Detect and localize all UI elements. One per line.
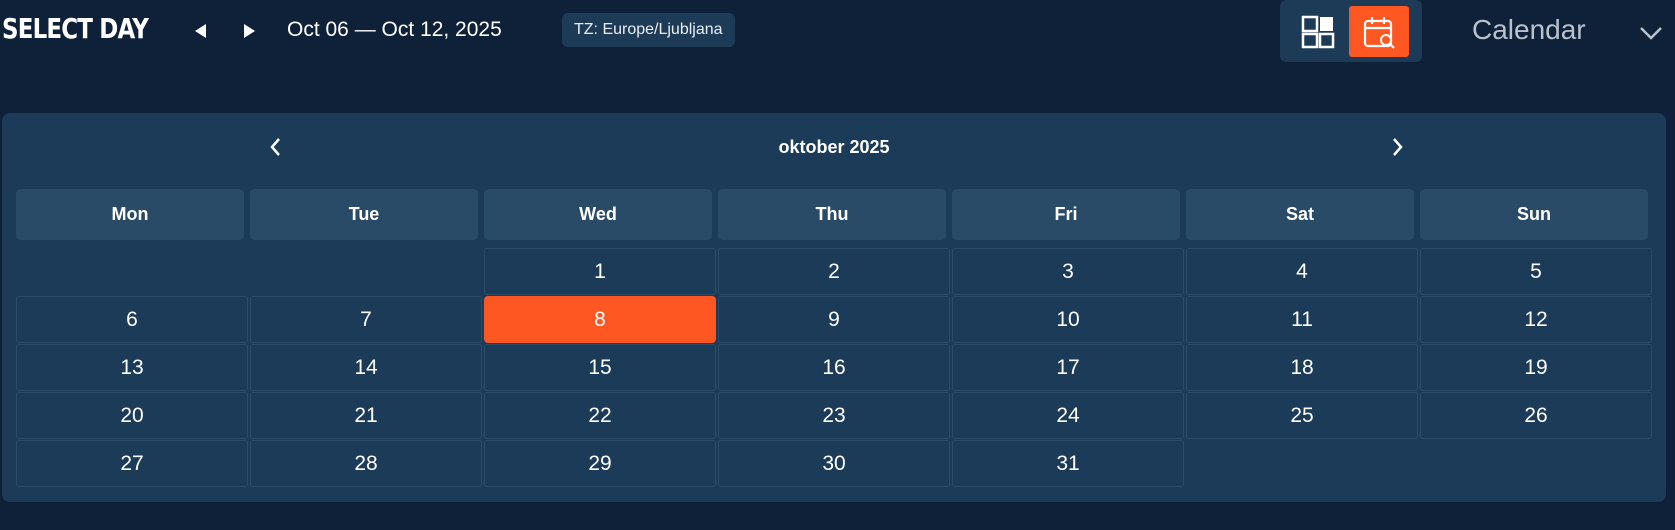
triangle-right-icon bbox=[244, 24, 255, 38]
day-cell[interactable]: 7 bbox=[250, 296, 482, 343]
day-cell[interactable]: 14 bbox=[250, 344, 482, 391]
day-cell[interactable]: 13 bbox=[16, 344, 248, 391]
triangle-left-icon bbox=[195, 24, 206, 38]
day-cell[interactable]: 27 bbox=[16, 440, 248, 487]
day-cell[interactable]: 3 bbox=[952, 248, 1184, 295]
weekday-header: Sat bbox=[1186, 189, 1414, 240]
day-cell[interactable]: 28 bbox=[250, 440, 482, 487]
weekday-header: Sun bbox=[1420, 189, 1648, 240]
day-cell[interactable]: 19 bbox=[1420, 344, 1652, 391]
day-cell[interactable]: 21 bbox=[250, 392, 482, 439]
day-cell[interactable]: 18 bbox=[1186, 344, 1418, 391]
next-month-button[interactable] bbox=[1385, 135, 1409, 159]
day-cell[interactable]: 24 bbox=[952, 392, 1184, 439]
day-cell[interactable]: 8 bbox=[484, 296, 716, 343]
day-cell[interactable]: 29 bbox=[484, 440, 716, 487]
day-cell[interactable]: 17 bbox=[952, 344, 1184, 391]
day-cell[interactable]: 6 bbox=[16, 296, 248, 343]
weekday-header: Thu bbox=[718, 189, 946, 240]
day-cell[interactable]: 15 bbox=[484, 344, 716, 391]
view-select[interactable]: Calendar bbox=[1472, 14, 1586, 46]
page-title: SELECT DAY bbox=[2, 12, 149, 45]
weekday-header-row: Mon Tue Wed Thu Fri Sat Sun bbox=[16, 189, 1653, 240]
chevron-down-icon[interactable] bbox=[1636, 18, 1666, 48]
grid-view-button[interactable] bbox=[1288, 6, 1348, 57]
day-cell[interactable]: 20 bbox=[16, 392, 248, 439]
grid-layout-icon bbox=[1301, 15, 1335, 48]
day-cell[interactable]: 9 bbox=[718, 296, 950, 343]
day-cell[interactable]: 31 bbox=[952, 440, 1184, 487]
day-cell[interactable]: 23 bbox=[718, 392, 950, 439]
calendar-search-icon bbox=[1363, 16, 1395, 49]
day-cell[interactable]: 12 bbox=[1420, 296, 1652, 343]
day-cell[interactable]: 10 bbox=[952, 296, 1184, 343]
weekday-header: Fri bbox=[952, 189, 1180, 240]
day-cell[interactable]: 25 bbox=[1186, 392, 1418, 439]
date-range: Oct 06 — Oct 12, 2025 bbox=[287, 18, 502, 41]
previous-week-button[interactable] bbox=[190, 20, 212, 42]
day-cell[interactable]: 4 bbox=[1186, 248, 1418, 295]
next-week-button[interactable] bbox=[238, 20, 260, 42]
weekday-header: Tue bbox=[250, 189, 478, 240]
calendar-panel: oktober 2025 Mon Tue Wed Thu Fri Sat Sun… bbox=[2, 113, 1666, 502]
weekday-header: Mon bbox=[16, 189, 244, 240]
month-title: oktober 2025 bbox=[778, 137, 890, 157]
day-cell[interactable]: 11 bbox=[1186, 296, 1418, 343]
day-cell[interactable]: 22 bbox=[484, 392, 716, 439]
day-cell[interactable]: 2 bbox=[718, 248, 950, 295]
calendar-view-button[interactable] bbox=[1349, 6, 1409, 57]
day-cell[interactable]: 30 bbox=[718, 440, 950, 487]
day-cell[interactable]: 1 bbox=[484, 248, 716, 295]
day-cell[interactable]: 16 bbox=[718, 344, 950, 391]
day-cell[interactable]: 26 bbox=[1420, 392, 1652, 439]
view-toggle bbox=[1280, 0, 1422, 62]
weekday-header: Wed bbox=[484, 189, 712, 240]
top-bar: SELECT DAY Oct 06 — Oct 12, 2025 TZ: Eur… bbox=[0, 0, 1675, 62]
day-cell[interactable]: 5 bbox=[1420, 248, 1652, 295]
day-grid: 1 2 3 4 5 6 7 8 9 10 11 12 13 14 15 16 17 18 19 20 21 22 23 24 2… bbox=[16, 248, 1653, 488]
timezone-badge: TZ: Europe/Ljubljana bbox=[562, 13, 735, 47]
